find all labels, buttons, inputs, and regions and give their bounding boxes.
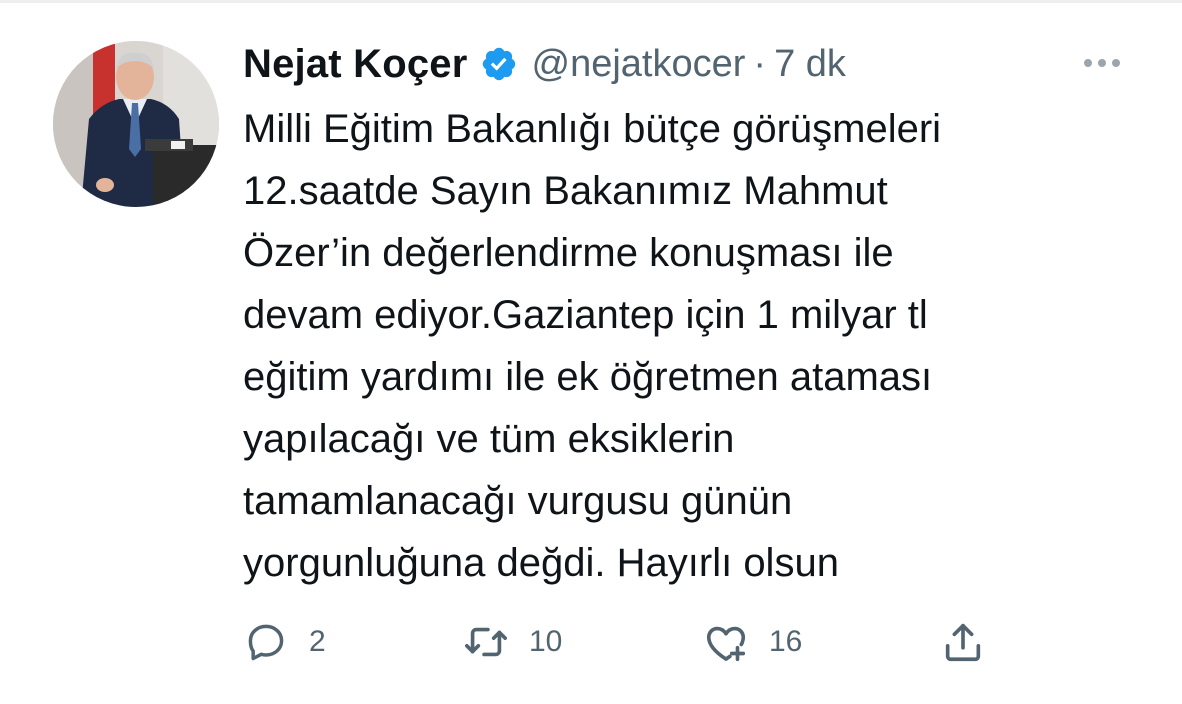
tweet-timestamp[interactable]: 7 dk	[774, 43, 846, 86]
like-count: 16	[769, 625, 803, 658]
reply-count: 2	[309, 625, 326, 658]
tweet-text: Milli Eğitim Bakanlığı bütçe görüşmeleri…	[243, 98, 1123, 594]
retweet-button[interactable]: 10	[463, 616, 562, 668]
avatar[interactable]	[53, 41, 219, 207]
verified-badge-icon	[480, 45, 518, 83]
author-name[interactable]: Nejat Koçer	[243, 42, 468, 87]
tweet-text-line: yapılacağı ve tüm eksiklerin	[243, 417, 735, 461]
tweet-text-line: 12.saatde Sayın Bakanımız Mahmut	[243, 169, 888, 213]
tweet-actions: 2 10 16	[243, 616, 1043, 668]
tweet-text-line: yorgunluğuna değdi. Hayırlı olsun	[243, 541, 839, 585]
reply-icon[interactable]	[243, 619, 289, 665]
tweet-text-line: Özer’in değerlendirme konuşması ile	[243, 231, 894, 275]
tweet-text-line: tamamlanacağı vurgusu günün	[243, 479, 793, 523]
share-icon[interactable]	[940, 619, 986, 665]
author-handle[interactable]: @nejatkocer	[532, 43, 746, 86]
like-button[interactable]: 16	[703, 616, 802, 668]
share-button[interactable]	[940, 616, 986, 668]
tweet-text-line: devam ediyor.Gaziantep için 1 milyar tl	[243, 293, 928, 337]
retweet-icon[interactable]	[463, 619, 509, 665]
tweet-text-line: Milli Eğitim Bakanlığı bütçe görüşmeleri	[243, 107, 942, 151]
reply-button[interactable]: 2	[243, 616, 326, 668]
top-divider	[0, 0, 1182, 3]
tweet-text-line: eğitim yardımı ile ek öğretmen ataması	[243, 355, 933, 399]
tweet-header: Nejat Koçer @nejatkocer · 7 dk	[243, 36, 846, 92]
separator-dot: ·	[753, 42, 767, 85]
more-icon[interactable]	[1080, 48, 1124, 78]
retweet-count: 10	[529, 625, 563, 658]
like-icon[interactable]	[703, 619, 749, 665]
